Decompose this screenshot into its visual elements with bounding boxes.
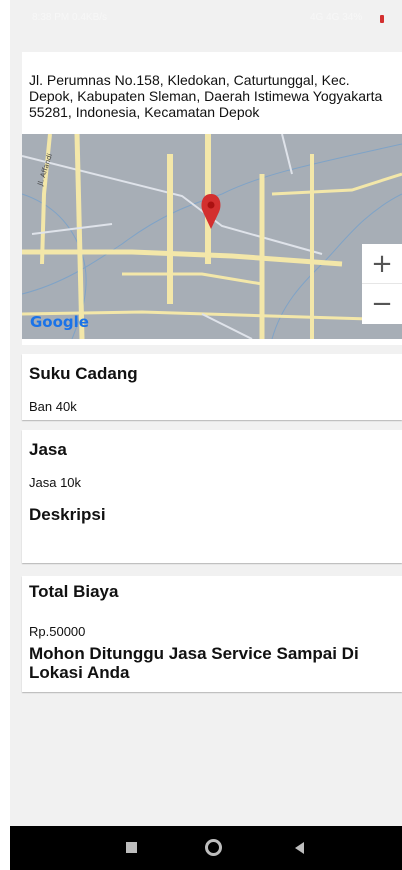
triangle-back-icon bbox=[295, 842, 304, 854]
spare-parts-card: Suku Cadang Ban 40k bbox=[22, 354, 402, 420]
status-indicators: 4G 4G 34% bbox=[310, 12, 363, 23]
waiting-message: Mohon Ditunggu Jasa Service Sampai Di Lo… bbox=[29, 644, 359, 682]
service-card: Jasa Jasa 10k Deskripsi bbox=[22, 430, 402, 563]
spare-parts-value: Ban 40k bbox=[29, 399, 77, 414]
recents-button[interactable] bbox=[122, 838, 142, 858]
zoom-in-button[interactable]: + bbox=[362, 244, 402, 284]
service-title: Jasa bbox=[29, 440, 67, 459]
total-title: Total Biaya bbox=[29, 582, 119, 601]
map-street-label: Jl. Affandi bbox=[36, 153, 54, 188]
address-text: Jl. Perumnas No.158, Kledokan, Caturtung… bbox=[29, 72, 383, 120]
total-value: Rp.50000 bbox=[29, 624, 86, 639]
location-card: Jl. Perumnas No.158, Kledokan, Caturtung… bbox=[22, 52, 402, 345]
square-icon bbox=[126, 842, 137, 853]
home-button[interactable] bbox=[204, 838, 224, 858]
total-card: Total Biaya Rp.50000 Mohon Ditunggu Jasa… bbox=[22, 576, 402, 692]
status-time: 8:38 PM 0.4KB/s bbox=[32, 12, 108, 23]
map-view[interactable]: Jl. Affandi + − Google bbox=[22, 134, 402, 339]
screen: 8:38 PM 0.4KB/s 4G 4G 34% Jl. Perumnas N… bbox=[10, 0, 402, 870]
zoom-out-button[interactable]: − bbox=[362, 284, 402, 324]
google-logo: Google bbox=[30, 313, 89, 331]
status-bar: 8:38 PM 0.4KB/s 4G 4G 34% bbox=[10, 0, 402, 38]
back-button[interactable] bbox=[290, 838, 310, 858]
description-title: Deskripsi bbox=[29, 505, 106, 524]
map-roads: Jl. Affandi bbox=[22, 134, 402, 339]
navigation-bar bbox=[10, 826, 402, 870]
spare-parts-title: Suku Cadang bbox=[29, 364, 138, 383]
service-value: Jasa 10k bbox=[29, 475, 82, 490]
circle-icon bbox=[205, 839, 222, 856]
battery-icon bbox=[380, 15, 384, 23]
